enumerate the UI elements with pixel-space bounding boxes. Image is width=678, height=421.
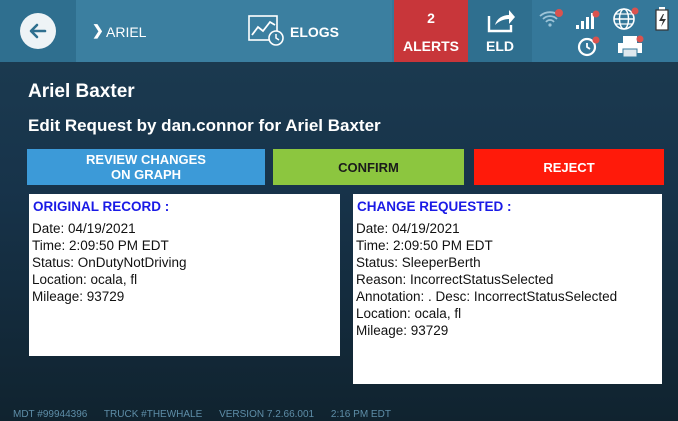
original-record-heading: ORIGINAL RECORD :	[33, 199, 170, 214]
page-title: Edit Request by dan.connor for Ariel Bax…	[28, 116, 381, 135]
review-label-line2: ON GRAPH	[110, 167, 182, 182]
eld-label: ELD	[486, 38, 514, 54]
top-bar: ❯ ARIEL ELOGS 2 ALERTS ELD	[0, 0, 678, 62]
requested-mileage: Mileage: 93729	[356, 323, 449, 338]
requested-annotation: Annotation: . Desc: IncorrectStatusSelec…	[356, 289, 618, 304]
breadcrumb-label: ARIEL	[106, 24, 147, 40]
change-requested-details: Date: 04/19/2021 Time: 2:09:50 PM EDT St…	[356, 220, 660, 339]
elogs-button[interactable]: ELOGS	[234, 0, 392, 62]
alerts-button[interactable]: 2 ALERTS	[394, 0, 468, 62]
battery-icon	[655, 7, 669, 31]
signal-icon	[576, 10, 600, 29]
truck-number: TRUCK #THEWHALE	[103, 409, 203, 420]
driver-name: Ariel Baxter	[28, 81, 135, 102]
eld-button[interactable]: ELD	[468, 0, 532, 62]
requested-reason: Reason: IncorrectStatusSelected	[356, 272, 554, 287]
alerts-label: ALERTS	[403, 38, 459, 54]
original-time: Time: 2:09:50 PM EDT	[32, 238, 169, 253]
original-record-details: Date: 04/19/2021 Time: 2:09:50 PM EDT St…	[32, 220, 338, 305]
original-status: Status: OnDutyNotDriving	[32, 255, 187, 270]
requested-date: Date: 04/19/2021	[356, 221, 460, 236]
confirm-button[interactable]: CONFIRM	[273, 149, 464, 185]
chevron-right-icon: ❯	[92, 22, 104, 38]
share-icon	[487, 10, 515, 33]
back-button[interactable]	[20, 13, 56, 49]
mdt-number: MDT #99944396	[13, 409, 88, 420]
back-button-area[interactable]	[0, 0, 76, 62]
printer-icon	[618, 35, 644, 58]
requested-status: Status: SleeperBerth	[356, 255, 481, 270]
wifi-off-icon	[539, 9, 563, 27]
version-label: VERSION 7.2.66.001	[219, 409, 315, 420]
footer-status: MDT #99944396 TRUCK #THEWHALE VERSION 7.…	[13, 409, 405, 420]
review-label-line1: REVIEW CHANGES	[86, 152, 206, 167]
reject-button[interactable]: REJECT	[474, 149, 664, 185]
original-date: Date: 04/19/2021	[32, 221, 136, 236]
alerts-count: 2	[427, 10, 435, 26]
status-area	[532, 0, 678, 62]
change-requested-heading: CHANGE REQUESTED :	[357, 199, 512, 214]
globe-icon	[613, 7, 639, 30]
chart-icon	[248, 15, 284, 46]
original-record-panel: ORIGINAL RECORD : Date: 04/19/2021 Time:…	[29, 194, 340, 356]
breadcrumb-driver[interactable]: ❯ ARIEL	[76, 0, 234, 62]
elogs-label: ELOGS	[290, 24, 340, 40]
sync-icon	[577, 36, 600, 57]
review-label: REVIEW CHANGES ON GRAPH	[86, 152, 206, 182]
original-location: Location: ocala, fl	[32, 272, 138, 287]
change-requested-panel: CHANGE REQUESTED : Date: 04/19/2021 Time…	[353, 194, 662, 384]
arrow-left-icon	[29, 23, 47, 39]
original-mileage: Mileage: 93729	[32, 289, 125, 304]
requested-location: Location: ocala, fl	[356, 306, 462, 321]
clock-time: 2:16 PM EDT	[330, 409, 391, 420]
requested-time: Time: 2:09:50 PM EDT	[356, 238, 493, 253]
review-changes-button[interactable]: REVIEW CHANGES ON GRAPH	[27, 149, 265, 185]
